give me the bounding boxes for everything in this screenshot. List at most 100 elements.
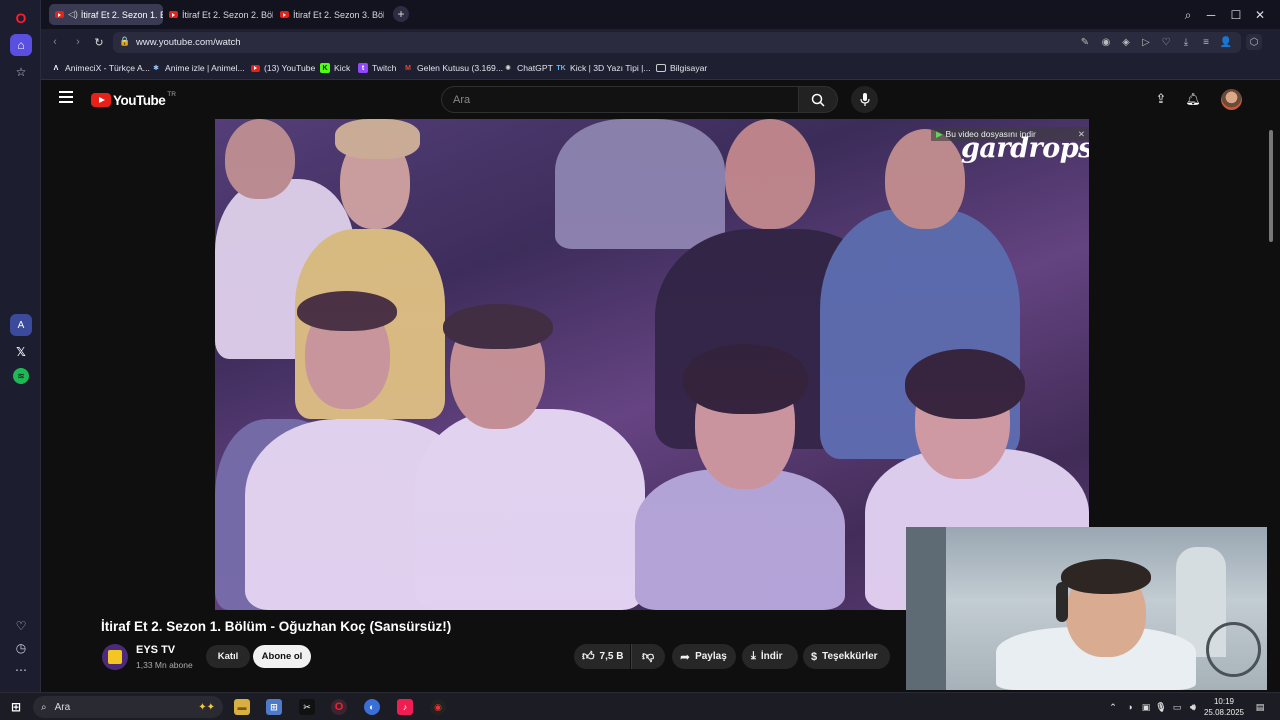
channel-name[interactable]: EYS TV [136, 644, 175, 656]
more-icon[interactable]: ⋯ [10, 659, 32, 681]
file-explorer-icon[interactable]: ▬ [234, 699, 250, 715]
tiktok-icon[interactable]: ♪ [397, 699, 413, 715]
new-tab-plus-icon[interactable]: + [393, 6, 409, 22]
taskbar-search-placeholder: Ara [54, 701, 71, 713]
animecix-icon: Λ [53, 64, 59, 72]
channel-avatar[interactable] [102, 644, 128, 670]
bookmark-folder-bilgisayar[interactable]: Bilgisayar [656, 61, 707, 75]
minimize-icon[interactable]: ─ [1202, 6, 1220, 24]
upload-icon[interactable]: ⇪ [1153, 91, 1169, 107]
recorder-icon[interactable]: ◉ [430, 699, 446, 715]
volume-icon[interactable]: 🔊︎ [1185, 699, 1201, 715]
app-blue-icon[interactable]: ◐ [364, 699, 380, 715]
capcut-icon[interactable]: ✂ [299, 699, 315, 715]
thumbs-up-icon: 👍︎ [582, 649, 595, 663]
play-icon[interactable]: ▷ [1138, 34, 1154, 50]
edit-icon[interactable]: ✎ [1077, 34, 1093, 50]
join-button[interactable]: Katıl [206, 645, 250, 668]
tab-label: İtiraf Et 2. Sezon 2. Bölüm [182, 9, 273, 20]
notification-center-icon[interactable]: ▤ [1252, 699, 1268, 715]
bookmark-gmail[interactable]: M Gelen Kutusu (3.169... [403, 61, 503, 75]
search-input[interactable]: Ara [441, 86, 799, 113]
tray-device-icon[interactable]: ▣ [1138, 699, 1154, 715]
search-icon [811, 93, 825, 107]
opera-logo-icon[interactable]: O [10, 7, 32, 29]
search-button[interactable] [798, 86, 838, 113]
clock[interactable]: 10:19 25.08.2025 [1203, 696, 1245, 718]
bookmark-label: AnimeciX - Türkçe A... [65, 63, 150, 73]
download-icon: ⤓ [751, 650, 756, 662]
page-scrollbar[interactable] [1267, 80, 1280, 692]
network-icon[interactable]: ▭ [1169, 699, 1185, 715]
windows-start-icon[interactable]: ⊞ [8, 699, 24, 715]
opera-sidebar: O ⌂ ☆ A 𝕏 ≋ ♡ ◷ ⋯ [0, 0, 41, 692]
tab-itiraf-et-3[interactable]: İtiraf Et 2. Sezon 3. Bölüm [274, 4, 384, 25]
windows-taskbar: ⊞ ⌕ Ara ✦✦ ▬ ⊞ ✂ O ◐ ♪ ◉ ⌃ ◑ ▣ 🎙︎ ▭ 🔊︎ 1… [0, 692, 1280, 720]
back-icon[interactable]: ‹ [47, 34, 63, 50]
aria-icon[interactable]: A [10, 314, 32, 336]
search-icon: ⌕ [41, 701, 47, 713]
thanks-label: Teşekkürler [822, 651, 878, 662]
download-icon[interactable]: ⤓ [1178, 34, 1194, 50]
notifications-bell-icon[interactable]: 🔔︎ [1185, 91, 1201, 107]
profile-icon[interactable]: 👤 [1218, 34, 1234, 50]
microphone-icon [859, 92, 870, 106]
bookmark-chatgpt[interactable]: ✺ ChatGPT [503, 61, 553, 75]
voice-search-button[interactable] [851, 86, 878, 113]
scrollbar-thumb[interactable] [1269, 130, 1273, 242]
tab-itiraf-et-1[interactable]: ◁) İtiraf Et 2. Sezon 1. Bö [49, 4, 163, 25]
bookmark-label: Bilgisayar [670, 63, 708, 73]
bookmark-twitch[interactable]: t Twitch [358, 61, 396, 75]
dislike-button[interactable]: 👎︎ [631, 644, 665, 669]
gmail-icon: M [405, 64, 411, 72]
bookmark-kick[interactable]: K Kick [320, 61, 350, 75]
hamburger-menu-icon[interactable] [59, 91, 73, 103]
download-label: İndir [760, 651, 783, 662]
history-icon[interactable]: ◷ [10, 637, 32, 659]
spotify-icon[interactable]: ≋ [13, 368, 29, 384]
tab-label: İtiraf Et 2. Sezon 3. Bölüm [293, 9, 384, 20]
download-play-icon: ▶ [936, 128, 943, 139]
bookmark-anime-izle[interactable]: ✱ Anime izle | Animel... [151, 61, 245, 75]
like-button[interactable]: 👍︎ 7,5 B [574, 644, 630, 669]
extension-cube-icon[interactable]: ⬡ [1246, 34, 1262, 50]
forward-icon[interactable]: › [70, 34, 86, 50]
youtube-play-logo-icon [91, 93, 111, 107]
maximize-icon[interactable]: ☐ [1227, 6, 1245, 24]
tab-search-icon[interactable]: ⌕ [1179, 6, 1197, 24]
bookmark-animecix[interactable]: Λ AnimeciX - Türkçe A... [51, 61, 150, 75]
tray-chevron-up-icon[interactable]: ⌃ [1105, 699, 1121, 715]
tray-microphone-icon[interactable]: 🎙︎ [1153, 699, 1169, 715]
x-twitter-icon[interactable]: 𝕏 [10, 341, 32, 363]
share-button[interactable]: ➦ Paylaş [672, 644, 736, 669]
thanks-button[interactable]: $ Teşekkürler [803, 644, 890, 669]
lock-icon: 🔒 [119, 36, 131, 46]
webcam-background [906, 527, 946, 690]
speed-dial-icon[interactable]: ☆ [10, 61, 32, 83]
url-field[interactable]: 🔒 www.youtube.com/watch [113, 32, 1241, 53]
home-icon[interactable]: ⌂ [10, 34, 32, 56]
tray-app-icon[interactable]: ◑ [1122, 699, 1138, 715]
youtube-favicon-icon [280, 11, 289, 18]
youtube-logo[interactable]: YouTube TR [91, 90, 176, 110]
taskbar-search-input[interactable]: ⌕ Ara ✦✦ [33, 696, 223, 718]
speaker-icon[interactable]: ◁) [68, 9, 78, 20]
bookmark-youtube[interactable]: (13) YouTube [251, 61, 315, 75]
tab-itiraf-et-2[interactable]: İtiraf Et 2. Sezon 2. Bölüm [163, 4, 273, 25]
heart-icon[interactable]: ♡ [10, 615, 32, 637]
reload-icon[interactable]: ↻ [91, 34, 107, 50]
download-button[interactable]: ⤓ İndir [742, 644, 798, 669]
bookmark-kick-3d[interactable]: TK Kick | 3D Yazı Tipi |... [556, 61, 650, 75]
shield-icon[interactable]: ◈ [1118, 34, 1134, 50]
opera-taskbar-icon[interactable]: O [331, 699, 347, 715]
youtube-favicon-icon [55, 11, 64, 18]
subscribe-button[interactable]: Abone ol [253, 645, 311, 668]
close-icon[interactable]: ✕ [1251, 6, 1269, 24]
avatar[interactable] [1221, 89, 1242, 110]
menu-icon[interactable]: ≡ [1198, 34, 1214, 50]
microsoft-store-icon[interactable]: ⊞ [266, 699, 282, 715]
camera-icon[interactable]: ◉ [1098, 34, 1114, 50]
fan-figure [1206, 622, 1261, 677]
youtube-favicon-icon [169, 11, 178, 18]
bookmark-heart-icon[interactable]: ♡ [1158, 34, 1174, 50]
